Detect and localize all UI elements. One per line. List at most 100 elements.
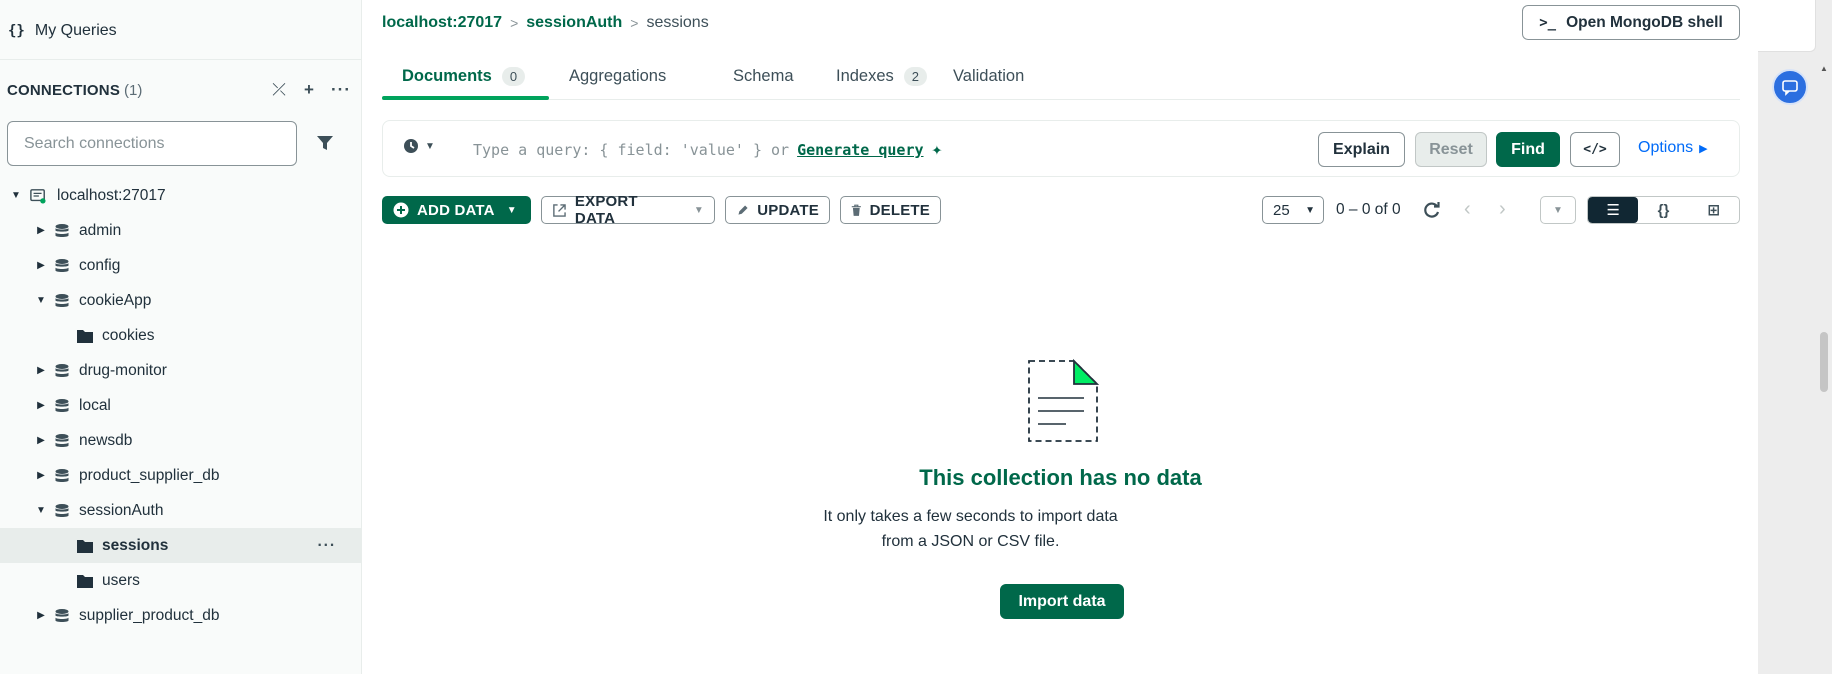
tree-item-label: supplier_product_db [79, 606, 220, 624]
database-icon [55, 293, 69, 307]
my-queries-link[interactable]: {} My Queries [8, 18, 117, 44]
tree-item-label: drug-monitor [79, 361, 167, 379]
chevron-right-icon: > [630, 15, 639, 31]
caret-right-icon[interactable]: ▶ [35, 400, 47, 411]
database-item[interactable]: ▶ admin [0, 213, 362, 248]
breadcrumb-collection: sessions [646, 14, 709, 31]
database-item[interactable]: ▼ cookieApp [0, 283, 362, 318]
assistant-avatar-icon[interactable] [1772, 69, 1808, 105]
code-toggle-button[interactable]: </> [1570, 132, 1620, 167]
my-queries-label: My Queries [34, 22, 117, 39]
database-item[interactable]: ▶ supplier_product_db [0, 598, 362, 633]
tab-schema-label: Schema [733, 66, 794, 85]
caret-down-icon: ▼ [506, 204, 517, 216]
update-button[interactable]: UPDATE [725, 196, 830, 224]
list-view-icon[interactable]: ☰ [1588, 197, 1639, 223]
tree-item-label: cookies [102, 326, 155, 344]
caret-right-icon[interactable]: ▶ [35, 435, 47, 446]
connections-title: CONNECTIONS [7, 81, 121, 99]
database-item[interactable]: ▼ sessionAuth [0, 493, 362, 528]
open-shell-label: Open MongoDB shell [1566, 13, 1723, 31]
caret-right-icon[interactable]: ▶ [35, 225, 47, 236]
query-history-button[interactable]: ▼ [403, 138, 435, 154]
server-icon [30, 188, 46, 204]
tree-item-label: cookieApp [79, 291, 152, 309]
export-data-label: EXPORT DATA [574, 193, 638, 227]
table-view-icon[interactable]: ⊞ [1689, 197, 1739, 223]
scroll-up-arrow[interactable]: ▲ [1820, 64, 1828, 73]
caret-right-icon: ▶ [1699, 142, 1708, 155]
database-item[interactable]: ▶ drug-monitor [0, 353, 362, 388]
find-button[interactable]: Find [1496, 132, 1560, 167]
documents-toolbar: ADD DATA ▼ EXPORT DATA ▼ UPDATE DELETE 2… [382, 193, 1740, 227]
tree-item-label: local [79, 396, 111, 414]
caret-down-icon[interactable]: ▼ [35, 505, 47, 516]
caret-down-icon[interactable]: ▼ [35, 295, 47, 306]
database-item[interactable]: ▶ local [0, 388, 362, 423]
caret-right-icon[interactable]: ▶ [35, 365, 47, 376]
generate-query-link[interactable]: Generate query [797, 141, 923, 159]
tab-validation[interactable]: Validation [953, 52, 1024, 100]
json-view-icon[interactable]: {} [1638, 197, 1688, 223]
breadcrumb-connection[interactable]: localhost:27017 [382, 14, 502, 32]
tab-aggregations-label: Aggregations [569, 66, 667, 85]
add-data-button[interactable]: ADD DATA ▼ [382, 196, 531, 224]
tree-item-label: sessions [102, 536, 169, 554]
import-data-button[interactable]: Import data [1000, 584, 1124, 619]
breadcrumb-database[interactable]: sessionAuth [526, 14, 622, 32]
add-data-label: ADD DATA [417, 201, 495, 219]
database-icon [55, 363, 69, 377]
breadcrumb: localhost:27017 > sessionAuth > sessions [382, 12, 709, 34]
scrollbar-thumb[interactable] [1820, 332, 1828, 392]
tree-item-label: newsdb [79, 431, 133, 449]
tab-aggregations[interactable]: Aggregations [569, 52, 666, 100]
page-size-select[interactable]: 25 ▼ [1262, 196, 1324, 224]
refresh-icon[interactable] [1422, 200, 1442, 220]
database-item[interactable]: ▶ product_supplier_db [0, 458, 362, 493]
reset-button[interactable]: Reset [1415, 132, 1487, 167]
tree-item-label: admin [79, 221, 122, 239]
add-connection-icon[interactable]: + [301, 80, 317, 100]
explain-button[interactable]: Explain [1318, 132, 1405, 167]
caret-right-icon[interactable]: ▶ [35, 610, 47, 621]
chat-icon [1782, 80, 1798, 96]
connection-item[interactable]: ▼ localhost:27017 [0, 178, 362, 213]
database-icon [55, 223, 69, 237]
query-placeholder: Type a query: { field: 'value' } or [473, 140, 790, 159]
indexes-count-badge: 2 [903, 66, 928, 86]
connections-header: CONNECTIONS (1) ⤫ + ··· [7, 78, 350, 102]
filter-icon[interactable] [314, 132, 336, 154]
pagination-info: 0 – 0 of 0 [1336, 201, 1401, 218]
database-icon [55, 608, 69, 622]
pencil-icon [738, 205, 748, 215]
next-page-icon[interactable]: › [1499, 198, 1506, 221]
collapse-all-icon[interactable]: ⤫ [271, 80, 287, 100]
sparkle-icon: ✦ [931, 139, 943, 160]
query-input[interactable]: Type a query: { field: 'value' } or Gene… [473, 139, 942, 160]
open-shell-button[interactable]: >_ Open MongoDB shell [1522, 5, 1740, 40]
collection-item[interactable]: users [0, 563, 362, 598]
view-options-dropdown[interactable]: ▼ [1540, 196, 1576, 224]
clock-icon [404, 139, 418, 153]
database-item[interactable]: ▶ config [0, 248, 362, 283]
tab-schema[interactable]: Schema [733, 52, 794, 100]
collection-item[interactable]: cookies [0, 318, 362, 353]
tree-item-label: config [79, 256, 121, 274]
more-options-icon[interactable]: ··· [318, 537, 337, 555]
more-options-icon[interactable]: ··· [331, 80, 350, 100]
caret-right-icon[interactable]: ▶ [35, 260, 47, 271]
options-toggle[interactable]: Options ▶ [1638, 139, 1708, 157]
search-connections-input[interactable] [7, 121, 297, 166]
tab-indexes[interactable]: Indexes 2 [836, 52, 928, 100]
connections-count: (1) [124, 81, 143, 99]
export-data-button[interactable]: EXPORT DATA ▼ [541, 193, 715, 227]
collection-item[interactable]: sessions ··· [0, 528, 362, 563]
tab-documents[interactable]: Documents 0 [402, 52, 526, 100]
database-item[interactable]: ▶ newsdb [0, 423, 362, 458]
tree-item-label: users [102, 571, 140, 589]
caret-down-icon[interactable]: ▼ [10, 190, 22, 201]
caret-right-icon[interactable]: ▶ [35, 470, 47, 481]
export-icon [553, 203, 566, 217]
delete-button[interactable]: DELETE [840, 196, 941, 224]
previous-page-icon[interactable]: ‹ [1464, 198, 1471, 221]
